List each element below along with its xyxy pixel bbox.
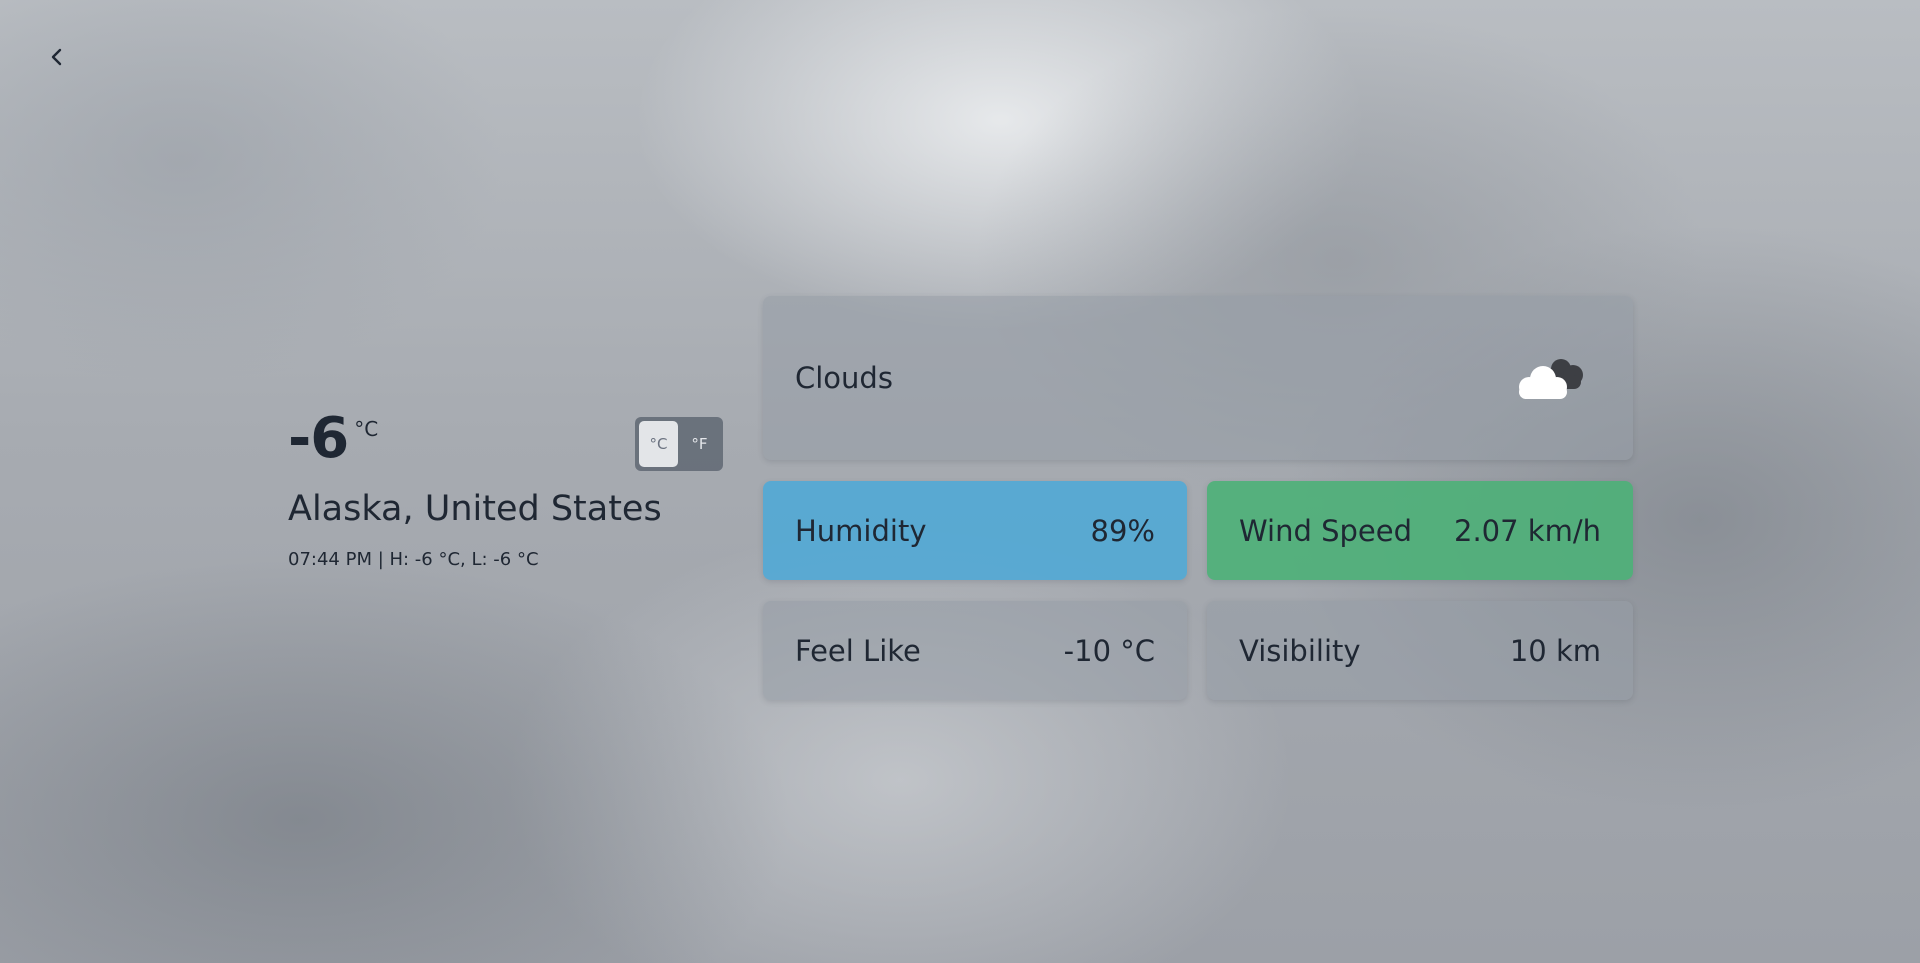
visibility-label: Visibility	[1239, 633, 1361, 668]
feels-like-label: Feel Like	[795, 633, 921, 668]
temperature-value: -6	[288, 406, 349, 471]
current-weather-panel: -6 °C °C °F Alaska, United States 07:44 …	[288, 405, 728, 570]
visibility-card: Visibility 10 km	[1207, 601, 1633, 700]
location-name: Alaska, United States	[288, 489, 662, 529]
clouds-icon	[1513, 353, 1587, 403]
condition-label: Clouds	[795, 361, 893, 395]
celsius-option[interactable]: °C	[639, 421, 678, 467]
chevron-left-icon	[51, 48, 62, 66]
fahrenheit-option[interactable]: °F	[680, 421, 719, 467]
temperature-row: -6 °C °C °F	[288, 405, 728, 473]
wind-speed-label: Wind Speed	[1239, 513, 1413, 548]
feels-like-value: -10 °C	[1063, 633, 1155, 668]
unit-toggle[interactable]: °C °F	[635, 417, 723, 471]
temperature-unit: °C	[354, 417, 379, 441]
visibility-value: 10 km	[1509, 633, 1601, 668]
wind-speed-card: Wind Speed 2.07 km/h	[1207, 481, 1633, 580]
condition-card: Clouds	[763, 296, 1633, 460]
humidity-label: Humidity	[795, 513, 927, 548]
humidity-card: Humidity 89%	[763, 481, 1187, 580]
humidity-value: 89%	[1090, 513, 1155, 548]
feels-like-card: Feel Like -10 °C	[763, 601, 1187, 700]
wind-speed-value: 2.07 km/h	[1454, 513, 1601, 548]
back-button[interactable]	[44, 44, 70, 70]
time-high-low: 07:44 PM | H: -6 °C, L: -6 °C	[288, 549, 539, 570]
